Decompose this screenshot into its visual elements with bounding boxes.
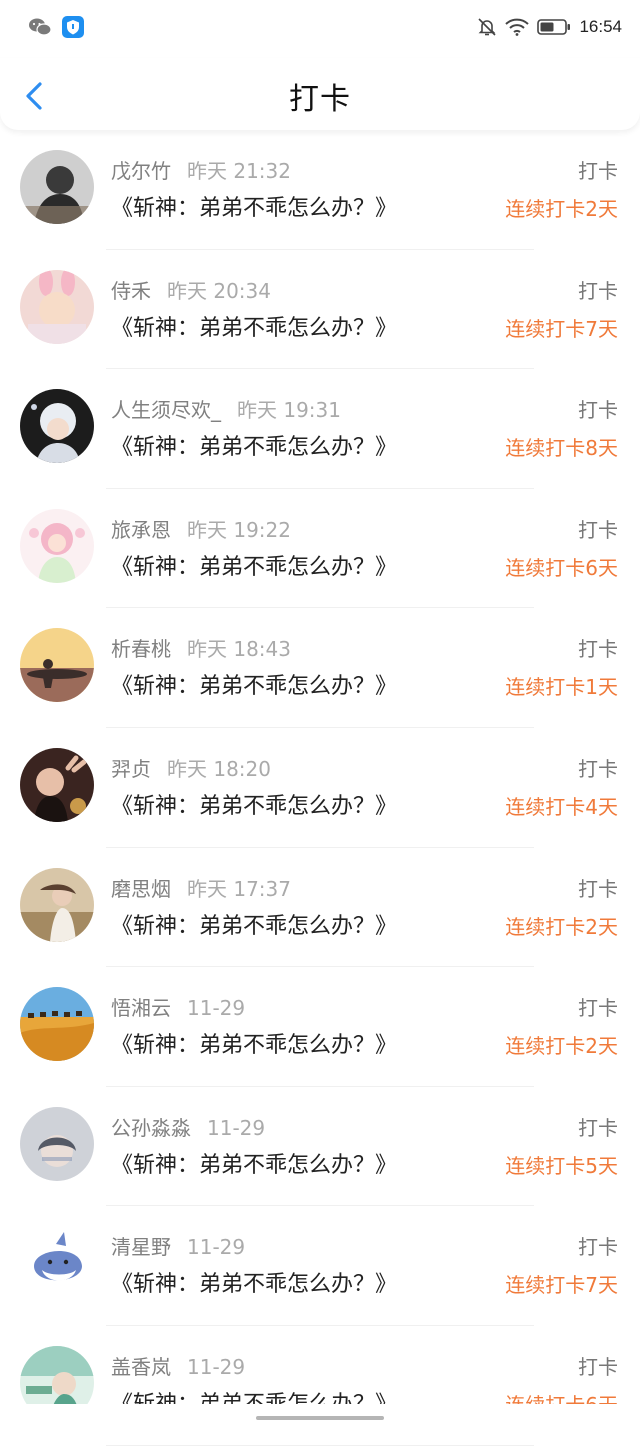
- checkin-time: 昨天 20:34: [167, 278, 271, 303]
- streak-label: 连续打卡2天: [505, 914, 618, 939]
- clock-time: 16:54: [579, 17, 622, 36]
- checkin-time: 昨天 19:31: [237, 398, 341, 423]
- name-line: 析春桃 昨天 18:43: [111, 633, 291, 662]
- user-name[interactable]: 公孙淼淼: [111, 1116, 191, 1140]
- checkin-list: 戊尔竹 昨天 21:32 《斩神：弟弟不乖怎么办？》 打卡 连续打卡2天 侍禾 昨天 20:…: [0, 130, 640, 1446]
- book-title[interactable]: 《斩神：弟弟不乖怎么办？》: [111, 1147, 397, 1179]
- checkin-row[interactable]: 悟湘云 11-29 《斩神：弟弟不乖怎么办？》 打卡连续打卡2天: [0, 967, 640, 1087]
- streak-label: 连续打卡2天: [505, 197, 618, 221]
- user-name[interactable]: 戊尔竹: [111, 159, 171, 183]
- book-title[interactable]: 《斩神：弟弟不乖怎么办？》: [111, 788, 397, 820]
- name-line: 公孙淼淼 11-29: [111, 1112, 265, 1141]
- avatar[interactable]: [20, 987, 94, 1062]
- book-title[interactable]: 《斩神：弟弟不乖怎么办？》: [111, 310, 397, 342]
- streak-label: 连续打卡2天: [505, 1034, 618, 1059]
- checkin-time: 11-29: [187, 1354, 246, 1379]
- checkin-time: 昨天 17:37: [187, 876, 291, 901]
- user-name[interactable]: 析春桃: [111, 637, 171, 661]
- checkin-row[interactable]: 磨思烟 昨天 17:37 《斩神：弟弟不乖怎么办？》 打卡连续打卡2天: [0, 848, 640, 968]
- checkin-row[interactable]: 羿贞 昨天 18:20 《斩神：弟弟不乖怎么办？》 打卡连续打卡4天: [0, 728, 640, 848]
- streak-label: 连续打卡6天: [505, 555, 618, 580]
- avatar[interactable]: [20, 150, 94, 224]
- avatar[interactable]: [20, 1106, 94, 1181]
- streak-label: 连续打卡7天: [505, 1273, 618, 1298]
- name-line: 清星野 11-29: [111, 1231, 245, 1260]
- user-name[interactable]: 人生须尽欢_: [111, 398, 221, 422]
- checkin-time: 昨天 18:43: [187, 637, 291, 662]
- checkin-time: 昨天 19:22: [187, 517, 291, 542]
- home-indicator[interactable]: [256, 1416, 384, 1420]
- streak-label: 连续打卡1天: [505, 675, 618, 700]
- checkin-row[interactable]: 戊尔竹 昨天 21:32 《斩神：弟弟不乖怎么办？》 打卡连续打卡2天: [0, 130, 640, 250]
- streak-label: 连续打卡5天: [505, 1153, 618, 1178]
- checkin-time: 11-29: [207, 1115, 266, 1140]
- checkin-tag: 打卡: [578, 1354, 618, 1379]
- checkin-tag: 打卡: [578, 159, 618, 183]
- checkin-time: 11-29: [187, 996, 246, 1021]
- name-line: 戊尔竹 昨天 21:32: [111, 155, 291, 184]
- name-line: 悟湘云 11-29: [111, 992, 245, 1021]
- checkin-row[interactable]: 公孙淼淼 11-29 《斩神：弟弟不乖怎么办？》 打卡连续打卡5天: [0, 1087, 640, 1207]
- checkin-row[interactable]: 侍禾 昨天 20:34 《斩神：弟弟不乖怎么办？》 打卡连续打卡7天: [0, 250, 640, 370]
- checkin-tag: 打卡: [578, 278, 618, 303]
- checkin-tag: 打卡: [578, 517, 618, 542]
- avatar[interactable]: [20, 1226, 94, 1301]
- silent-bell-icon: [478, 18, 497, 36]
- user-name[interactable]: 旅承恩: [111, 518, 171, 542]
- checkin-row[interactable]: 析春桃 昨天 18:43 《斩神：弟弟不乖怎么办？》 打卡连续打卡1天: [0, 608, 640, 728]
- book-title[interactable]: 《斩神：弟弟不乖怎么办？》: [111, 549, 397, 581]
- book-title[interactable]: 《斩神：弟弟不乖怎么办？》: [111, 1027, 397, 1059]
- avatar[interactable]: [20, 747, 94, 822]
- page-title: 打卡: [289, 82, 351, 117]
- checkin-row[interactable]: 旅承恩 昨天 19:22 《斩神：弟弟不乖怎么办？》 打卡连续打卡6天: [0, 489, 640, 609]
- user-name[interactable]: 盖香岚: [111, 1355, 171, 1379]
- name-line: 旅承恩 昨天 19:22: [111, 514, 291, 543]
- user-name[interactable]: 悟湘云: [111, 996, 171, 1020]
- checkin-time: 昨天 18:20: [167, 756, 271, 781]
- name-line: 羿贞 昨天 18:20: [111, 753, 271, 782]
- streak-label: 连续打卡8天: [505, 436, 618, 461]
- book-title[interactable]: 《斩神：弟弟不乖怎么办？》: [111, 190, 397, 222]
- checkin-row[interactable]: 人生须尽欢_ 昨天 19:31 《斩神：弟弟不乖怎么办？》 打卡连续打卡8天: [0, 369, 640, 489]
- user-name[interactable]: 磨思烟: [111, 877, 171, 901]
- streak-label: 连续打卡7天: [505, 316, 618, 341]
- name-line: 磨思烟 昨天 17:37: [111, 873, 291, 902]
- checkin-tag: 打卡: [578, 996, 618, 1021]
- book-title[interactable]: 《斩神：弟弟不乖怎么办？》: [111, 668, 397, 700]
- book-title[interactable]: 《斩神：弟弟不乖怎么办？》: [111, 1266, 397, 1298]
- shield-app-icon: [62, 16, 84, 38]
- avatar[interactable]: [20, 508, 94, 583]
- checkin-time: 昨天 21:32: [187, 159, 291, 183]
- avatar[interactable]: [20, 628, 94, 703]
- checkin-tag: 打卡: [578, 1235, 618, 1260]
- wechat-icon: [29, 18, 52, 36]
- checkin-tag: 打卡: [578, 1115, 618, 1140]
- name-line: 盖香岚 11-29: [111, 1351, 245, 1380]
- battery-icon: [537, 19, 571, 35]
- user-name[interactable]: 清星野: [111, 1235, 171, 1259]
- user-name[interactable]: 羿贞: [111, 757, 151, 781]
- status-bar: 16:54: [0, 0, 640, 58]
- nav-bar: 打卡: [0, 58, 640, 130]
- wifi-icon: [505, 18, 530, 36]
- checkin-tag: 打卡: [578, 756, 618, 781]
- checkin-tag: 打卡: [578, 637, 618, 662]
- book-title[interactable]: 《斩神：弟弟不乖怎么办？》: [111, 908, 397, 940]
- name-line: 人生须尽欢_ 昨天 19:31: [111, 394, 341, 423]
- user-name[interactable]: 侍禾: [111, 279, 151, 303]
- checkin-tag: 打卡: [578, 876, 618, 901]
- name-line: 侍禾 昨天 20:34: [111, 275, 271, 304]
- avatar[interactable]: [20, 867, 94, 942]
- divider: [106, 1444, 534, 1446]
- book-title[interactable]: 《斩神：弟弟不乖怎么办？》: [111, 429, 397, 461]
- avatar[interactable]: [20, 269, 94, 344]
- avatar[interactable]: [20, 389, 94, 464]
- checkin-row[interactable]: 清星野 11-29 《斩神：弟弟不乖怎么办？》 打卡连续打卡7天: [0, 1206, 640, 1326]
- streak-label: 连续打卡4天: [505, 794, 618, 819]
- checkin-tag: 打卡: [578, 398, 618, 423]
- checkin-time: 11-29: [187, 1235, 246, 1260]
